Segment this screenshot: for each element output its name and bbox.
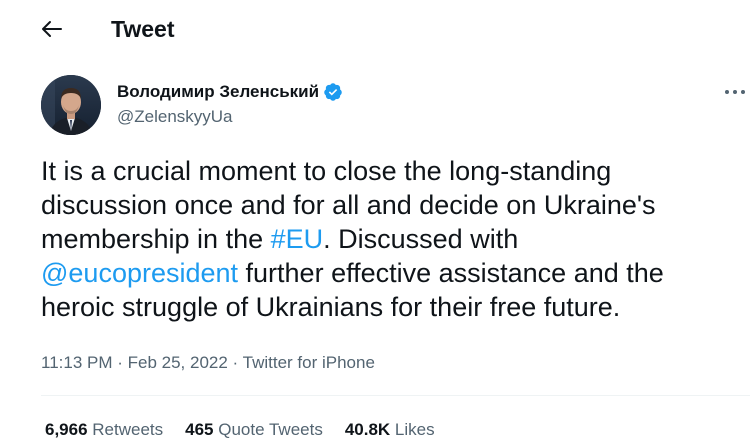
quote-tweets-stat[interactable]: 465 Quote Tweets	[185, 418, 323, 442]
meta-separator: ·	[227, 353, 243, 372]
tweet-date[interactable]: Feb 25, 2022	[128, 353, 228, 372]
tweet-source[interactable]: Twitter for iPhone	[243, 353, 375, 372]
quote-tweets-count: 465	[185, 420, 214, 439]
more-button[interactable]	[722, 82, 748, 102]
tweet-time[interactable]: 11:13 PM	[41, 353, 113, 372]
author-photo	[41, 75, 101, 135]
author-name-text: Володимир Зеленський	[117, 82, 320, 101]
tweet-text-segment: membership in the	[41, 224, 271, 254]
back-button[interactable]	[34, 14, 70, 44]
tweet-line: It is a crucial moment to close the long…	[41, 156, 612, 186]
more-horizontal-icon	[725, 90, 745, 94]
author-name[interactable]: Володимир Зеленський	[117, 81, 343, 103]
author-handle[interactable]: @ZelenskyyUa	[117, 106, 233, 128]
tweet-line: @eucopresident further effective assista…	[41, 256, 741, 290]
retweets-stat[interactable]: 6,966 Retweets	[45, 418, 163, 442]
retweets-label: Retweets	[87, 420, 164, 439]
likes-stat[interactable]: 40.8K Likes	[345, 418, 435, 442]
tweet-text: It is a crucial moment to close the long…	[41, 154, 741, 324]
page-header: Tweet	[0, 0, 750, 57]
tweet-text-segment: . Discussed with	[323, 224, 519, 254]
tweet-text-segment: further effective assistance and the	[238, 258, 664, 288]
arrow-left-icon	[42, 21, 62, 37]
tweet-stats: 6,966 Retweets 465 Quote Tweets 40.8K Li…	[45, 418, 457, 442]
avatar[interactable]	[41, 75, 101, 135]
meta-separator: ·	[112, 353, 128, 372]
hashtag-link[interactable]: #EU	[271, 224, 324, 254]
tweet-line: membership in the #EU. Discussed with	[41, 222, 741, 256]
page-title: Tweet	[111, 16, 175, 42]
quote-tweets-label: Quote Tweets	[213, 420, 323, 439]
mention-link[interactable]: @eucopresident	[41, 258, 238, 288]
tweet-meta: 11:13 PM · Feb 25, 2022 · Twitter for iP…	[41, 351, 375, 375]
tweet-line: discussion once and for all and decide o…	[41, 190, 656, 220]
verified-badge-icon	[324, 83, 342, 101]
retweets-count: 6,966	[45, 420, 88, 439]
divider	[41, 395, 750, 396]
likes-label: Likes	[390, 420, 435, 439]
tweet-line: heroic struggle of Ukrainians for their …	[41, 292, 621, 322]
likes-count: 40.8K	[344, 420, 391, 439]
